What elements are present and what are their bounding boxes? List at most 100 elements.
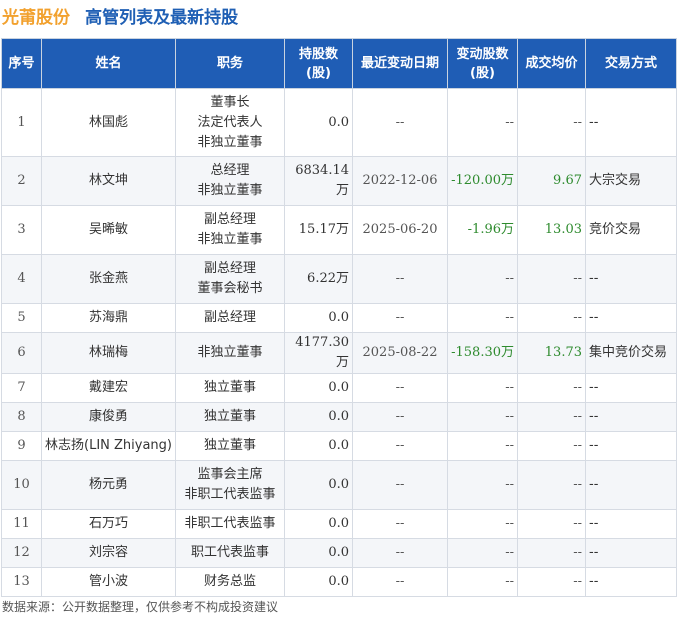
last-change-date: --: [352, 254, 448, 304]
trade-method: --: [585, 373, 677, 403]
table-row: 12 刘宗容 职工代表监事 0.0 -- -- -- --: [1, 538, 677, 568]
holding-shares: 0.0: [284, 460, 353, 510]
position-line: 副总经理: [203, 310, 256, 325]
table-row: 6 林瑞梅 非独立董事 4177.30万 2025-08-22 -158.30万 13.73…: [1, 332, 677, 374]
change-shares: --: [447, 402, 518, 432]
executive-name: 林瑞梅: [41, 332, 176, 374]
title-bar: 光莆股份 高管列表及最新持股: [2, 3, 239, 28]
holding-shares: 0.0: [284, 538, 353, 568]
executive-position: 副总经理 董事会秘书: [175, 254, 285, 304]
row-number: 12: [1, 538, 42, 568]
change-shares: -120.00万: [447, 156, 518, 206]
position-line: 非独立董事: [197, 232, 263, 247]
trade-method: --: [585, 509, 677, 539]
position-line: 独立董事: [203, 438, 256, 453]
last-change-date: --: [352, 460, 448, 510]
table-body: 1 林国彪 董事长 法定代表人 非独立董事 0.0 -- -- -- -- 2 林文坤 总经理 非独立董事…: [1, 88, 677, 597]
position-line: 非独立董事: [197, 183, 263, 198]
position-line: 监事会主席: [197, 467, 263, 482]
col-header-change: 变动股数 (股): [447, 38, 518, 89]
executive-name: 苏海鼎: [41, 303, 176, 333]
average-price: --: [517, 88, 586, 157]
row-number: 11: [1, 509, 42, 539]
last-change-date: --: [352, 402, 448, 432]
average-price: 13.03: [517, 205, 586, 255]
table-row: 1 林国彪 董事长 法定代表人 非独立董事 0.0 -- -- -- --: [1, 88, 677, 157]
executive-position: 非独立董事: [175, 332, 285, 374]
executive-name: 林国彪: [41, 88, 176, 157]
last-change-date: --: [352, 303, 448, 333]
holding-shares: 0.0: [284, 402, 353, 432]
table-row: 3 吴晞敏 副总经理 非独立董事 15.17万 2025-06-20 -1.96万 13.03…: [1, 205, 677, 255]
executive-name: 戴建宏: [41, 373, 176, 403]
position-line: 财务总监: [203, 574, 256, 589]
change-shares: --: [447, 460, 518, 510]
last-change-date: --: [352, 567, 448, 597]
col-header-holding: 持股数 (股): [284, 38, 353, 89]
last-change-date: 2022-12-06: [352, 156, 448, 206]
average-price: --: [517, 567, 586, 597]
trade-method: --: [585, 303, 677, 333]
position-line: 独立董事: [203, 380, 256, 395]
position-line: 副总经理: [203, 212, 256, 227]
trade-method: 竞价交易: [585, 205, 677, 255]
table-header-row: 序号 姓名 职务 持股数 (股) 最近变动日期 变动股数 (股) 成交均价 交易方式: [1, 38, 677, 89]
table-row: 2 林文坤 总经理 非独立董事 6834.14万 2022-12-06 -120.00万 9.…: [1, 156, 677, 206]
executive-position: 财务总监: [175, 567, 285, 597]
executive-name: 石万巧: [41, 509, 176, 539]
trade-method: --: [585, 538, 677, 568]
average-price: --: [517, 254, 586, 304]
executive-name: 康俊勇: [41, 402, 176, 432]
executive-position: 副总经理 非独立董事: [175, 205, 285, 255]
table-row: 8 康俊勇 独立董事 0.0 -- -- -- --: [1, 402, 677, 432]
executive-position: 监事会主席 非职工代表监事: [175, 460, 285, 510]
row-number: 6: [1, 332, 42, 374]
executive-name: 刘宗容: [41, 538, 176, 568]
holding-shares: 0.0: [284, 567, 353, 597]
table-row: 4 张金燕 副总经理 董事会秘书 6.22万 -- -- -- --: [1, 254, 677, 304]
position-line: 非独立董事: [197, 345, 263, 360]
executive-position: 独立董事: [175, 373, 285, 403]
average-price: --: [517, 303, 586, 333]
trade-method: 大宗交易: [585, 156, 677, 206]
company-name: 光莆股份: [2, 8, 70, 28]
table-row: 9 林志扬(LIN Zhiyang) 独立董事 0.0 -- -- -- --: [1, 431, 677, 461]
average-price: --: [517, 460, 586, 510]
executive-position: 董事长 法定代表人 非独立董事: [175, 88, 285, 157]
executive-position: 非职工代表监事: [175, 509, 285, 539]
trade-method: --: [585, 567, 677, 597]
position-line: 非独立董事: [197, 134, 263, 150]
position-line: 独立董事: [203, 409, 256, 424]
average-price: --: [517, 538, 586, 568]
executive-position: 副总经理: [175, 303, 285, 333]
col-header-date: 最近变动日期: [352, 38, 448, 89]
row-number: 5: [1, 303, 42, 333]
trade-method: --: [585, 254, 677, 304]
last-change-date: --: [352, 431, 448, 461]
col-header-method: 交易方式: [585, 38, 677, 89]
holding-shares: 0.0: [284, 373, 353, 403]
trade-method: 集中竞价交易: [585, 332, 677, 374]
position-line: 董事长: [210, 94, 250, 110]
trade-method: --: [585, 460, 677, 510]
position-line: 非职工代表监事: [184, 516, 276, 531]
change-shares: --: [447, 303, 518, 333]
row-number: 8: [1, 402, 42, 432]
change-shares: --: [447, 509, 518, 539]
average-price: 13.73: [517, 332, 586, 374]
row-number: 2: [1, 156, 42, 206]
change-shares: -1.96万: [447, 205, 518, 255]
average-price: 9.67: [517, 156, 586, 206]
position-line: 职工代表监事: [190, 545, 269, 560]
row-number: 9: [1, 431, 42, 461]
last-change-date: 2025-08-22: [352, 332, 448, 374]
change-shares: --: [447, 431, 518, 461]
average-price: --: [517, 402, 586, 432]
trade-method: --: [585, 431, 677, 461]
change-shares: --: [447, 538, 518, 568]
last-change-date: --: [352, 538, 448, 568]
col-header-no: 序号: [1, 38, 42, 89]
last-change-date: --: [352, 88, 448, 157]
page-title: 高管列表及最新持股: [85, 8, 239, 28]
col-header-name: 姓名: [41, 38, 176, 89]
